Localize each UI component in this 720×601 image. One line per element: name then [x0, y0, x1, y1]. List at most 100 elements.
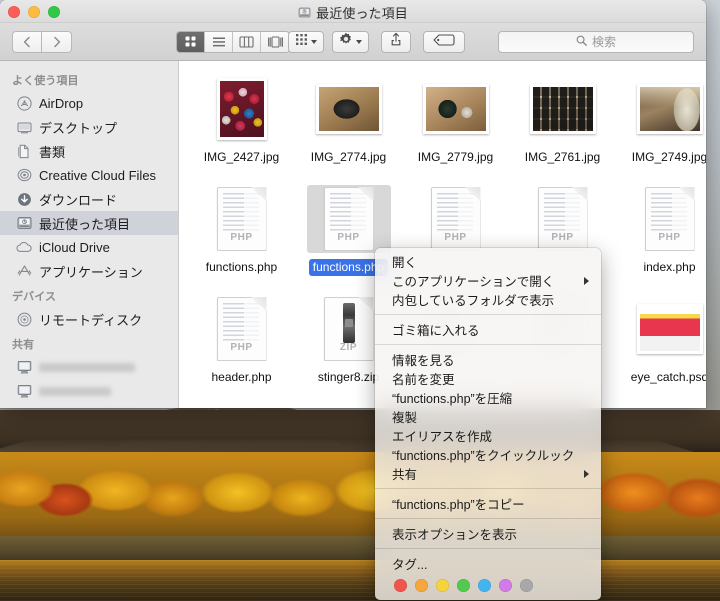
- context-menu-item-label: ゴミ箱に入れる: [392, 324, 480, 338]
- sidebar-item-icloud-drive[interactable]: iCloud Drive: [0, 235, 178, 259]
- downloads-icon: [16, 191, 32, 207]
- tag-swatch-yellow[interactable]: [436, 579, 449, 592]
- finder-toolbar: 検索: [0, 23, 706, 61]
- action-button[interactable]: [332, 30, 369, 53]
- context-menu-item-label: タグ...: [392, 558, 428, 572]
- photo-thumbnail-icon: [422, 84, 489, 134]
- context-menu-item-label: “functions.php”を圧縮: [392, 392, 513, 406]
- context-menu-item[interactable]: “functions.php”をコピー: [375, 494, 601, 513]
- context-menu-item[interactable]: エイリアスを作成: [375, 426, 601, 445]
- file-item[interactable]: IMG_2749.jpg: [617, 69, 706, 179]
- php-file-icon: PHP: [323, 187, 374, 251]
- context-menu-item[interactable]: 名前を変更: [375, 369, 601, 388]
- sidebar-item-item[interactable]: デスクトップ: [0, 115, 178, 139]
- context-menu[interactable]: 開く このアプリケーションで開く 内包しているフォルダで表示ゴミ箱に入れる情報を見る…: [375, 248, 601, 600]
- context-menu-item[interactable]: 共有: [375, 464, 601, 483]
- context-menu-item[interactable]: 内包しているフォルダで表示: [375, 290, 601, 309]
- context-menu-item-label: 名前を変更: [392, 373, 455, 387]
- context-menu-item[interactable]: このアプリケーションで開く: [375, 271, 601, 290]
- airdrop-icon: [16, 95, 32, 111]
- context-menu-item[interactable]: 表示オプションを表示: [375, 524, 601, 543]
- coverflow-view-button[interactable]: [261, 31, 289, 52]
- context-menu-item[interactable]: タグ...: [375, 554, 601, 573]
- sidebar-item-label: 最近使った項目: [39, 216, 131, 232]
- file-name-label: index.php: [643, 260, 696, 274]
- submenu-arrow-icon: [584, 469, 589, 478]
- search-icon: [576, 33, 587, 51]
- file-thumbnail: [628, 295, 707, 363]
- php-file-icon: PHP: [644, 187, 695, 251]
- file-item[interactable]: eye_catch.psd: [617, 289, 706, 399]
- file-item[interactable]: IMG_2779.jpg: [403, 69, 508, 179]
- context-menu-item[interactable]: “functions.php”をクイックルック: [375, 445, 601, 464]
- arrange-button[interactable]: [288, 30, 324, 53]
- sidebar-item-creative-cloud-files[interactable]: Creative Cloud Files: [0, 163, 178, 187]
- applications-icon: [16, 263, 32, 279]
- submenu-arrow-icon: [584, 276, 589, 285]
- menu-separator: [375, 314, 601, 315]
- sidebar-item-airdrop[interactable]: AirDrop: [0, 91, 178, 115]
- context-menu-item-label: エイリアスを作成: [392, 430, 493, 444]
- file-item[interactable]: PHP header.php: [189, 289, 294, 399]
- sidebar-item-shared-computer[interactable]: [0, 379, 178, 403]
- photo-thumbnail-icon: [636, 84, 703, 134]
- sidebar-item-shared-computer[interactable]: [0, 403, 178, 408]
- file-name-label: functions.php: [205, 260, 278, 274]
- file-item[interactable]: PHP index.php: [617, 179, 706, 289]
- sidebar-item-shared-computer[interactable]: [0, 355, 178, 379]
- sidebar-item-item[interactable]: リモートディスク: [0, 307, 178, 331]
- search-field[interactable]: 検索: [498, 30, 694, 53]
- context-menu-item[interactable]: “functions.php”を圧縮: [375, 388, 601, 407]
- window-titlebar[interactable]: 最近使った項目: [0, 0, 706, 23]
- tag-swatch-gray[interactable]: [520, 579, 533, 592]
- sidebar-item-label: Creative Cloud Files: [39, 167, 157, 183]
- tag-swatch-blue[interactable]: [478, 579, 491, 592]
- forward-button[interactable]: [42, 30, 72, 53]
- back-button[interactable]: [12, 30, 42, 53]
- context-menu-item-label: 表示オプションを表示: [392, 528, 518, 542]
- tags-button[interactable]: [423, 30, 465, 53]
- sidebar-item-label: [39, 362, 135, 372]
- sidebar-item-item[interactable]: 書類: [0, 139, 178, 163]
- tag-color-swatches: [375, 573, 601, 592]
- share-button[interactable]: [381, 30, 411, 53]
- context-menu-item[interactable]: 情報を見る: [375, 350, 601, 369]
- file-item[interactable]: IMG_2774.jpg: [296, 69, 401, 179]
- sidebar-item-label: iCloud Drive: [39, 239, 110, 255]
- icon-view-button[interactable]: [177, 31, 205, 52]
- sidebar-item-label: リモートディスク: [39, 312, 143, 328]
- file-name-label: IMG_2774.jpg: [310, 150, 387, 164]
- list-view-button[interactable]: [205, 31, 233, 52]
- chevron-down-icon: [356, 39, 362, 44]
- context-menu-item[interactable]: 開く: [375, 252, 601, 271]
- sidebar-item-label: AirDrop: [39, 95, 84, 111]
- file-item[interactable]: IMG_2761.jpg: [510, 69, 615, 179]
- file-thumbnail: [414, 75, 498, 143]
- file-item[interactable]: PHP functions.php: [189, 179, 294, 289]
- chevron-down-icon: [311, 39, 317, 44]
- tag-swatch-green[interactable]: [457, 579, 470, 592]
- documents-icon: [16, 143, 32, 159]
- column-view-button[interactable]: [233, 31, 261, 52]
- sidebar-item-label: アプリケーション: [39, 264, 143, 280]
- sidebar-item-item[interactable]: アプリケーション: [0, 259, 178, 283]
- sidebar-item-label: [39, 386, 111, 396]
- sidebar-item-item[interactable]: 最近使った項目: [0, 211, 178, 235]
- remote-disk-icon: [16, 311, 32, 327]
- context-menu-item-label: 複製: [392, 411, 418, 425]
- icloud-icon: [16, 239, 32, 255]
- file-item[interactable]: IMG_2427.jpg: [189, 69, 294, 179]
- php-file-icon: PHP: [430, 187, 481, 251]
- tag-swatch-purple[interactable]: [499, 579, 512, 592]
- sidebar-item-item[interactable]: ダウンロード: [0, 187, 178, 211]
- file-name-label: IMG_2779.jpg: [417, 150, 494, 164]
- file-thumbnail: PHP: [200, 295, 284, 363]
- file-thumbnail: [200, 75, 284, 143]
- computer-icon: [16, 383, 32, 399]
- desktop-icon: [16, 119, 32, 135]
- tag-swatch-orange[interactable]: [415, 579, 428, 592]
- tag-swatch-red[interactable]: [394, 579, 407, 592]
- context-menu-item[interactable]: 複製: [375, 407, 601, 426]
- photo-thumbnail-icon: [315, 84, 382, 134]
- context-menu-item[interactable]: ゴミ箱に入れる: [375, 320, 601, 339]
